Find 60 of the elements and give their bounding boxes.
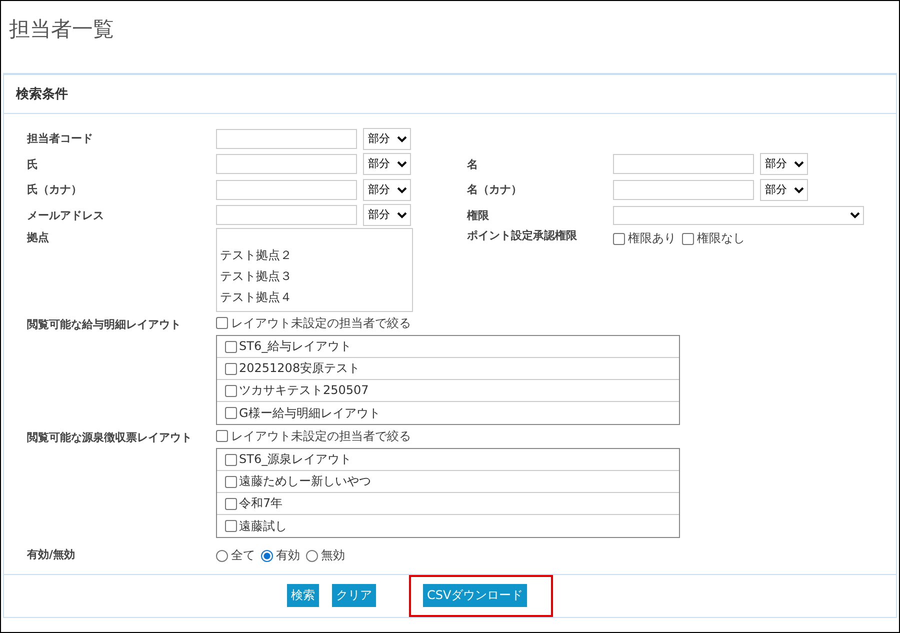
list-option[interactable]: テスト拠点２ bbox=[220, 245, 409, 266]
match-select[interactable]: 部分 bbox=[363, 153, 411, 176]
checkbox[interactable] bbox=[225, 498, 237, 510]
layout-name: 遠藤ためしー新しいやつ bbox=[239, 473, 371, 490]
field-label: 有効/無効 bbox=[27, 547, 76, 562]
base-listbox[interactable]: テスト拠点２ テスト拠点３ テスト拠点４ bbox=[216, 228, 413, 312]
checkbox-label: レイアウト未設定の担当者で絞る bbox=[231, 428, 411, 444]
match-select[interactable]: 部分 bbox=[363, 128, 411, 150]
match-select[interactable]: 部分 bbox=[363, 178, 411, 201]
field-label: 閲覧可能な源泉徴収票レイアウト bbox=[27, 430, 193, 445]
field-label: 担当者コード bbox=[27, 131, 94, 146]
checkbox[interactable] bbox=[613, 232, 625, 244]
checkbox[interactable] bbox=[225, 384, 237, 396]
layout-name: 20251208安原テスト bbox=[239, 360, 360, 377]
field-label: 閲覧可能な給与明細レイアウト bbox=[27, 317, 182, 332]
page-title: 担当者一覧 bbox=[8, 16, 115, 43]
field-label: 氏（カナ） bbox=[27, 182, 83, 198]
list-option[interactable]: テスト拠点３ bbox=[220, 266, 409, 287]
checkbox[interactable] bbox=[216, 317, 228, 329]
checkbox-label: 権限なし bbox=[697, 230, 745, 247]
radio-button[interactable] bbox=[306, 550, 318, 562]
radio-label: 無効 bbox=[321, 547, 345, 564]
text-field[interactable] bbox=[216, 128, 357, 149]
layout-name: ツカサキテスト250507 bbox=[239, 382, 369, 399]
field-label: 名 bbox=[467, 156, 479, 172]
checkbox-label: 権限あり bbox=[628, 230, 676, 247]
text-field[interactable] bbox=[216, 205, 357, 226]
layout-name: 遠藤試し bbox=[239, 518, 287, 534]
radio-button[interactable] bbox=[261, 550, 273, 562]
radio-button[interactable] bbox=[216, 550, 228, 562]
checkbox[interactable] bbox=[682, 232, 694, 244]
field-label: 名（カナ） bbox=[467, 182, 523, 198]
checkbox-label: レイアウト未設定の担当者で絞る bbox=[231, 314, 411, 332]
checkbox[interactable] bbox=[225, 476, 237, 488]
match-select[interactable]: 部分 bbox=[760, 178, 808, 201]
checkbox[interactable] bbox=[225, 407, 237, 419]
checkbox[interactable] bbox=[216, 430, 228, 442]
checkbox[interactable] bbox=[225, 340, 237, 352]
text-field[interactable] bbox=[613, 180, 754, 200]
layout-name: 令和7年 bbox=[239, 495, 283, 512]
layout-name: G様ー給与明細レイアウト bbox=[239, 404, 380, 422]
radio-label: 有効 bbox=[276, 547, 300, 564]
layout-name: ST6_給与レイアウト bbox=[239, 338, 352, 355]
field-label: 拠点 bbox=[27, 230, 50, 245]
field-label: 氏 bbox=[27, 156, 39, 172]
text-field[interactable] bbox=[216, 180, 357, 200]
match-select[interactable]: 部分 bbox=[363, 204, 411, 226]
checkbox[interactable] bbox=[225, 520, 237, 532]
checkbox[interactable] bbox=[225, 362, 237, 374]
field-label: メールアドレス bbox=[27, 208, 105, 223]
panel-title: 検索条件 bbox=[16, 87, 68, 102]
text-field[interactable] bbox=[216, 154, 357, 174]
layout-name: ST6_源泉レイアウト bbox=[239, 451, 352, 468]
checkbox[interactable] bbox=[225, 454, 237, 466]
field-label: 権限 bbox=[467, 208, 490, 223]
list-option[interactable]: テスト拠点４ bbox=[220, 287, 409, 308]
radio-label: 全て bbox=[231, 547, 255, 564]
field-label: ポイント設定承認権限 bbox=[467, 228, 578, 243]
text-field[interactable] bbox=[613, 154, 754, 174]
match-select[interactable]: 部分 bbox=[760, 153, 808, 176]
